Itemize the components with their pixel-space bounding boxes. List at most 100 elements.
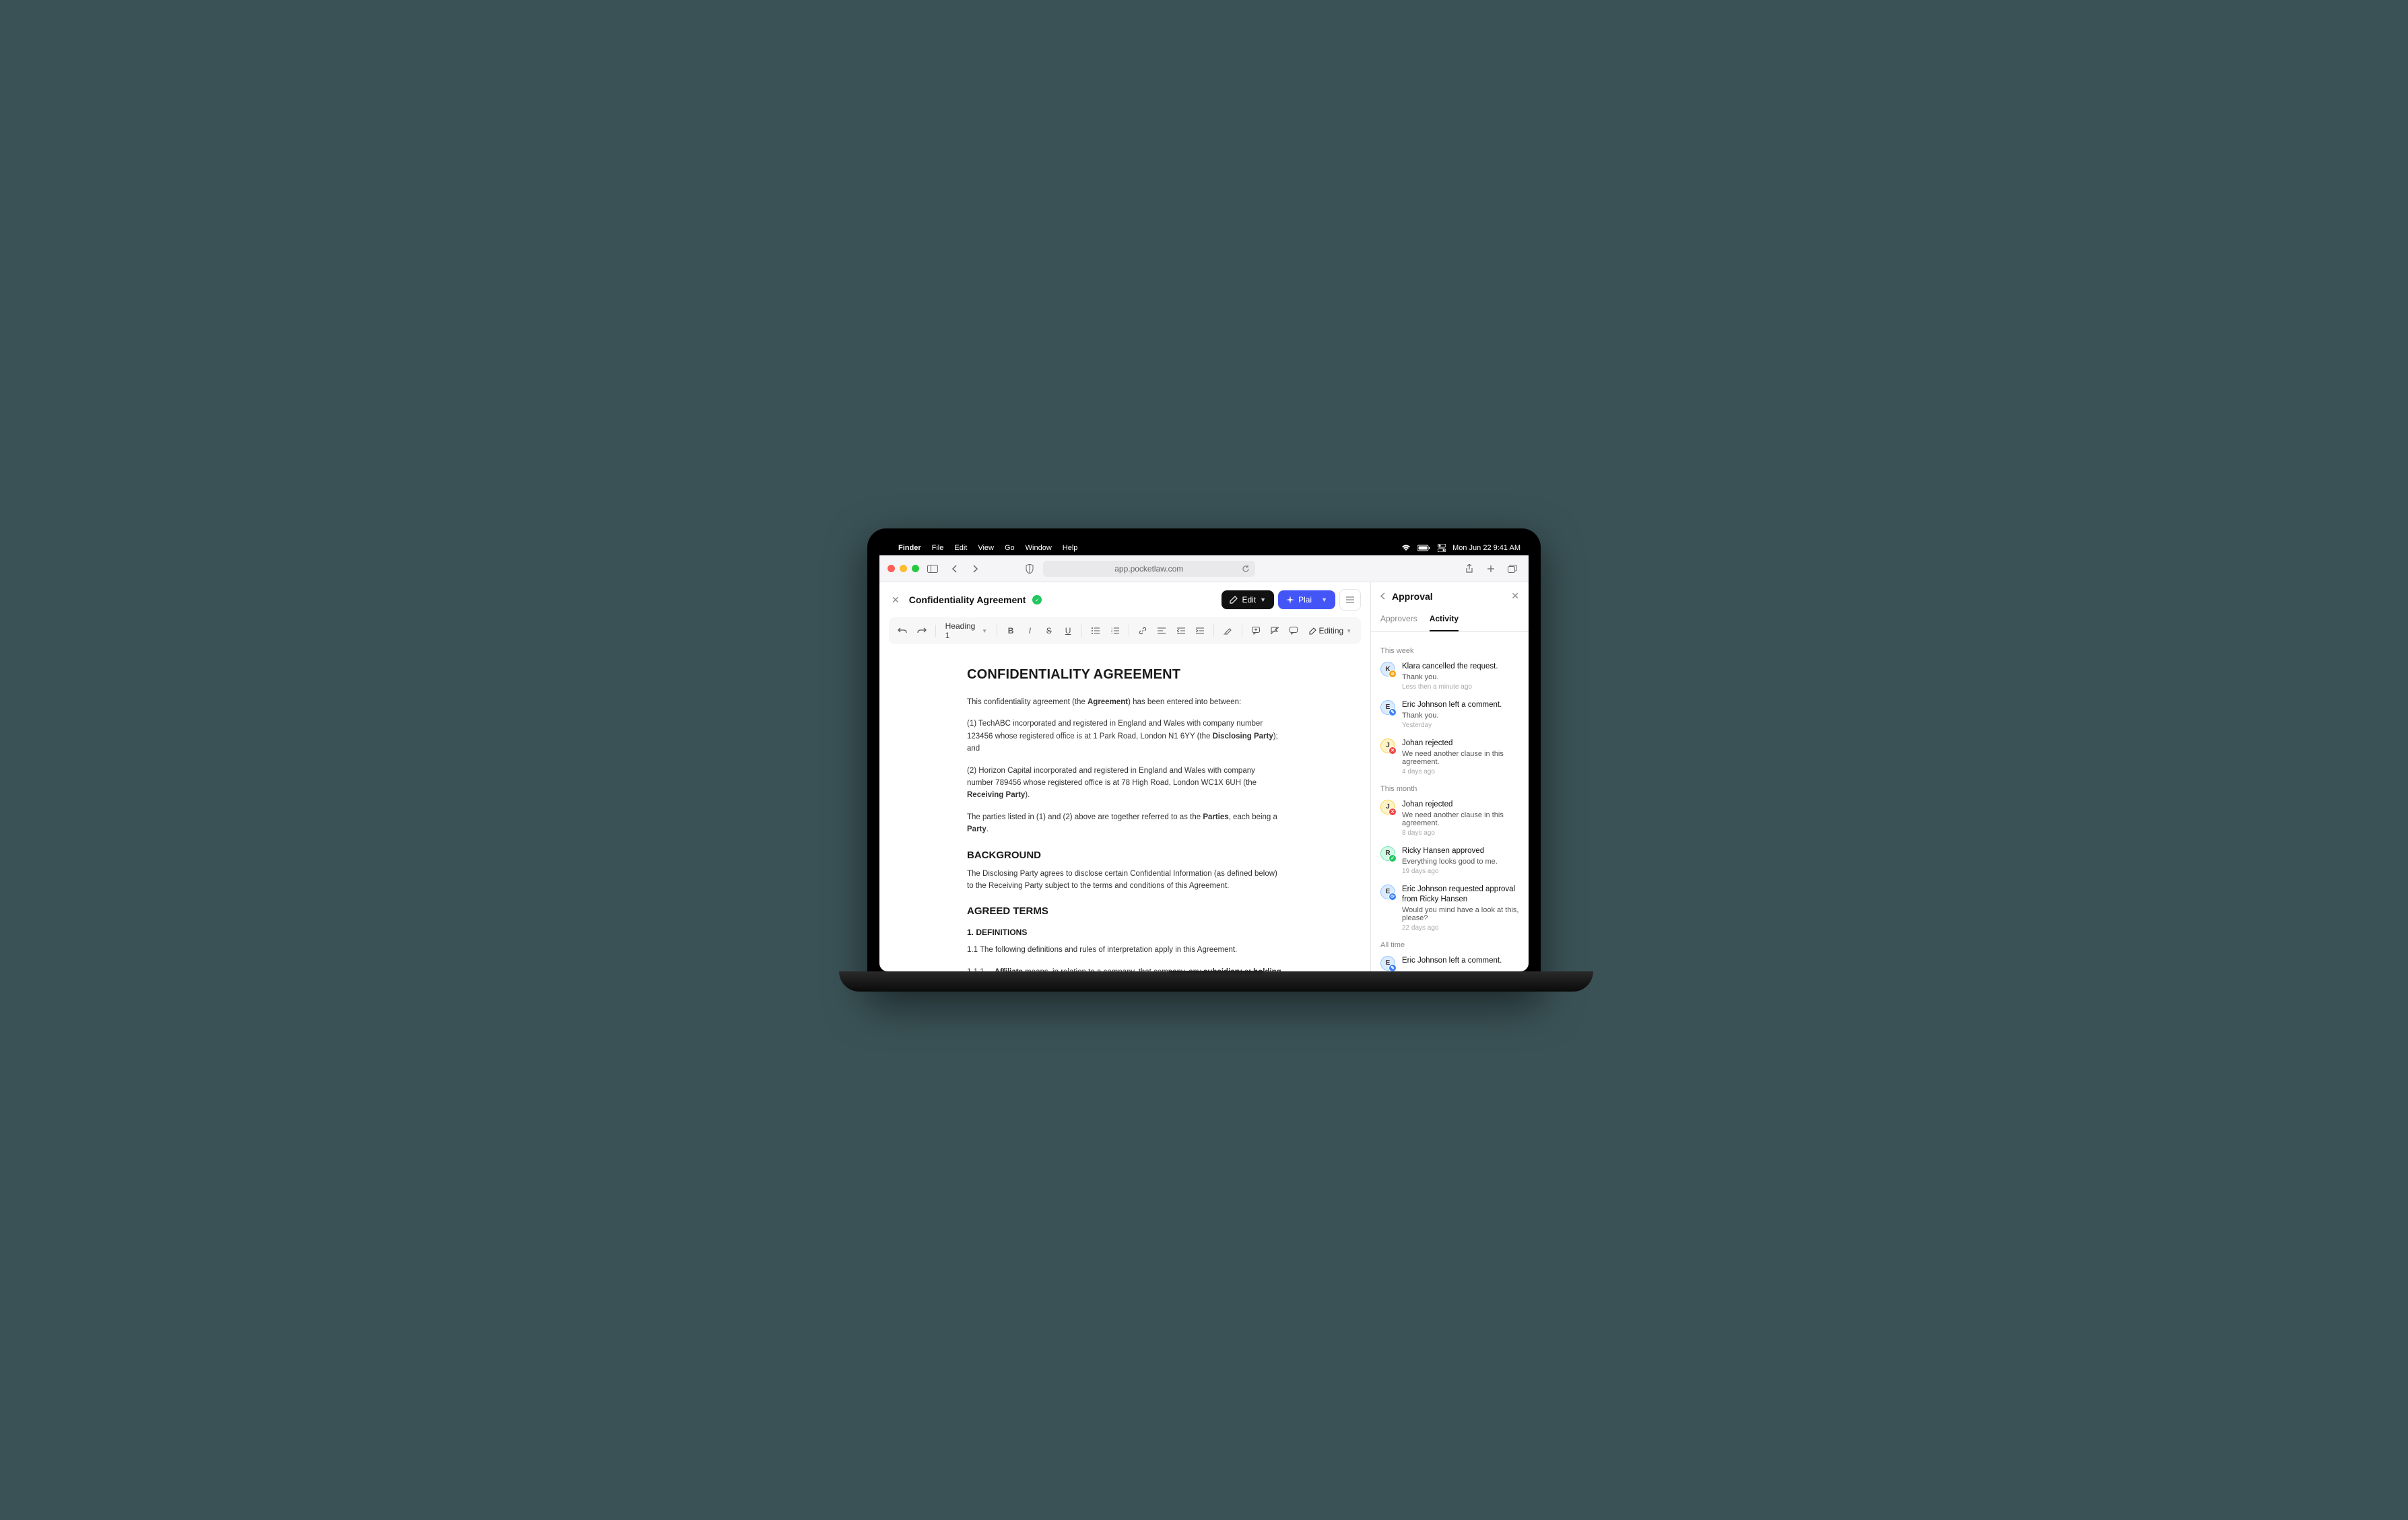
activity-comment: Everything looks good to me. xyxy=(1402,858,1519,866)
activity-time: 19 days ago xyxy=(1402,868,1519,875)
menubar-file[interactable]: File xyxy=(932,544,944,552)
flag-button[interactable] xyxy=(1267,622,1283,640)
activity-time: Less then a minute ago xyxy=(1402,683,1519,691)
menubar-view[interactable]: View xyxy=(978,544,994,552)
tab-approvers[interactable]: Approvers xyxy=(1380,610,1417,631)
doc-heading-background: BACKGROUND xyxy=(967,850,1283,861)
menubar-app[interactable]: Finder xyxy=(898,544,921,552)
doc-heading-agreed-terms: AGREED TERMS xyxy=(967,905,1283,917)
status-badge: ✓ xyxy=(1032,595,1042,604)
document-body[interactable]: CONFIDENTIALITY AGREEMENT This confident… xyxy=(879,651,1370,971)
indent-decrease-button[interactable] xyxy=(1173,622,1189,640)
tab-activity[interactable]: Activity xyxy=(1430,610,1459,631)
tabs-overview-button[interactable] xyxy=(1504,561,1520,577)
menubar-edit[interactable]: Edit xyxy=(954,544,967,552)
panel-title: Approval xyxy=(1392,591,1433,602)
avatar: E ✎ xyxy=(1380,956,1395,971)
avatar: R ✓ xyxy=(1380,846,1395,861)
battery-icon[interactable] xyxy=(1417,545,1431,551)
activity-item[interactable]: E ⟳ Eric Johnson requested approval from… xyxy=(1380,885,1519,932)
window-close-button[interactable] xyxy=(888,565,895,572)
activity-comment: We need another clause in this agreement… xyxy=(1402,750,1519,766)
editor-toolbar: Heading 1▼ B I S U 123 xyxy=(889,617,1361,644)
browser-forward-button[interactable] xyxy=(968,561,984,577)
share-button[interactable] xyxy=(1461,561,1477,577)
document-header: ✕ Confidentiality Agreement ✓ Edit ▼ Pla… xyxy=(879,582,1370,617)
add-comment-button[interactable] xyxy=(1247,622,1263,640)
activity-time: 8 days ago xyxy=(1402,829,1519,837)
pencil-icon xyxy=(1309,627,1316,635)
panel-close-button[interactable]: ✕ xyxy=(1511,590,1519,602)
address-bar[interactable]: app.pocketlaw.com xyxy=(1043,561,1255,577)
activity-item[interactable]: J ✕ Johan rejected We need another claus… xyxy=(1380,800,1519,837)
strikethrough-button[interactable]: S xyxy=(1041,622,1057,640)
italic-button[interactable]: I xyxy=(1022,622,1038,640)
svg-text:3: 3 xyxy=(1111,632,1113,634)
highlight-button[interactable] xyxy=(1219,622,1236,640)
doc-paragraph: (1) TechABC incorporated and registered … xyxy=(967,718,1283,755)
edit-button-label: Edit xyxy=(1242,595,1256,604)
avatar: J ✕ xyxy=(1380,800,1395,815)
activity-feed[interactable]: This week K ⊘ Klara cancelled the reques… xyxy=(1371,632,1529,971)
control-center-icon[interactable] xyxy=(1438,544,1446,552)
menubar-go[interactable]: Go xyxy=(1005,544,1015,552)
edit-button[interactable]: Edit ▼ xyxy=(1222,590,1274,609)
activity-item[interactable]: K ⊘ Klara cancelled the request. Thank y… xyxy=(1380,662,1519,691)
undo-button[interactable] xyxy=(894,622,910,640)
menubar-clock[interactable]: Mon Jun 22 9:41 AM xyxy=(1452,544,1520,552)
doc-paragraph: The parties listed in (1) and (2) above … xyxy=(967,811,1283,836)
activity-comment: Would you mind have a look at this, plea… xyxy=(1402,906,1519,922)
address-bar-text: app.pocketlaw.com xyxy=(1114,564,1183,574)
menubar-window[interactable]: Window xyxy=(1026,544,1052,552)
bullet-list-button[interactable] xyxy=(1088,622,1104,640)
close-document-button[interactable]: ✕ xyxy=(889,592,902,609)
underline-button[interactable]: U xyxy=(1060,622,1076,640)
doc-paragraph: 1.1 The following definitions and rules … xyxy=(967,944,1283,956)
browser-back-button[interactable] xyxy=(946,561,962,577)
activity-item[interactable]: E ✎ Eric Johnson left a comment. xyxy=(1380,956,1519,971)
activity-status-icon: ⟳ xyxy=(1389,893,1397,901)
activity-comment: Thank you. xyxy=(1402,673,1519,681)
panel-back-button[interactable] xyxy=(1380,592,1385,600)
new-tab-button[interactable] xyxy=(1483,561,1499,577)
more-menu-button[interactable] xyxy=(1339,589,1361,611)
activity-item[interactable]: J ✕ Johan rejected We need another claus… xyxy=(1380,738,1519,775)
menubar-help[interactable]: Help xyxy=(1063,544,1078,552)
align-left-button[interactable] xyxy=(1153,622,1170,640)
activity-title: Ricky Hansen approved xyxy=(1402,846,1519,856)
avatar: E ✎ xyxy=(1380,700,1395,715)
redo-button[interactable] xyxy=(913,622,929,640)
doc-heading-title: CONFIDENTIALITY AGREEMENT xyxy=(967,667,1283,683)
link-button[interactable] xyxy=(1135,622,1151,640)
refresh-icon[interactable] xyxy=(1242,565,1250,573)
indent-increase-button[interactable] xyxy=(1192,622,1208,640)
pencil-icon xyxy=(1230,596,1238,604)
activity-title: Eric Johnson left a comment. xyxy=(1402,700,1519,710)
document-title: Confidentiality Agreement xyxy=(909,594,1026,605)
sidebar-toggle-button[interactable] xyxy=(925,561,941,577)
activity-comment: Thank you. xyxy=(1402,712,1519,720)
editing-mode-dropdown[interactable]: Editing ▼ xyxy=(1305,626,1356,635)
plai-button-label: Plai xyxy=(1298,595,1312,604)
comment-button[interactable] xyxy=(1285,622,1302,640)
window-minimize-button[interactable] xyxy=(900,565,907,572)
chevron-down-icon: ▼ xyxy=(1260,596,1266,603)
doc-paragraph: The Disclosing Party agrees to disclose … xyxy=(967,868,1283,893)
bold-button[interactable]: B xyxy=(1003,622,1019,640)
activity-time: Yesterday xyxy=(1402,722,1519,729)
heading-dropdown[interactable]: Heading 1▼ xyxy=(941,621,991,640)
section-label: All time xyxy=(1380,941,1519,949)
activity-item[interactable]: E ✎ Eric Johnson left a comment. Thank y… xyxy=(1380,700,1519,729)
wifi-icon[interactable] xyxy=(1401,545,1411,551)
activity-item[interactable]: R ✓ Ricky Hansen approved Everything loo… xyxy=(1380,846,1519,875)
doc-paragraph: (2) Horizon Capital incorporated and reg… xyxy=(967,765,1283,802)
activity-status-icon: ✎ xyxy=(1389,708,1397,716)
shield-icon[interactable] xyxy=(1022,561,1038,577)
activity-title: Johan rejected xyxy=(1402,800,1519,810)
window-zoom-button[interactable] xyxy=(912,565,919,572)
sparkle-icon xyxy=(1286,596,1294,604)
activity-time: 22 days ago xyxy=(1402,924,1519,932)
chevron-down-icon: ▼ xyxy=(1321,596,1327,603)
numbered-list-button[interactable]: 123 xyxy=(1107,622,1123,640)
plai-button[interactable]: Plai ▼ xyxy=(1278,590,1335,609)
